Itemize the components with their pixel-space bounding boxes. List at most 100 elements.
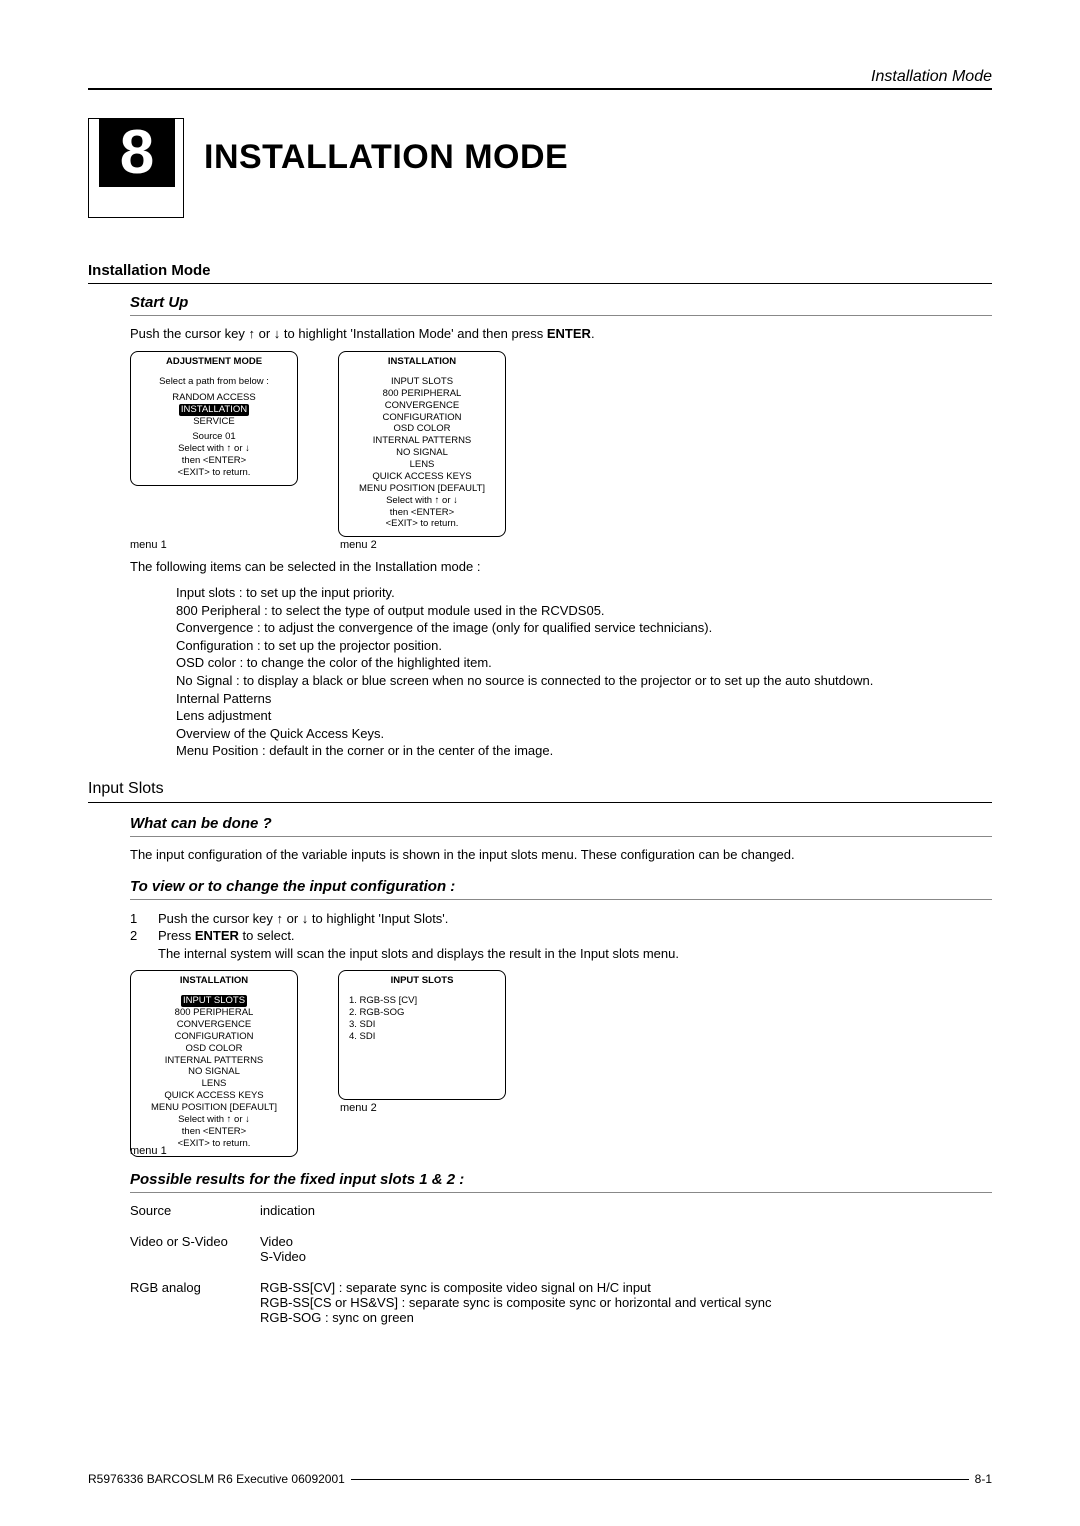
step-text: Press ENTER to select. bbox=[158, 927, 295, 945]
menu-title: INSTALLATION bbox=[343, 356, 501, 368]
section-rule bbox=[88, 802, 992, 803]
menu-caption-2: menu 2 bbox=[340, 1102, 506, 1114]
menu-item: CONFIGURATION bbox=[343, 412, 501, 424]
step-note: The internal system will scan the input … bbox=[158, 945, 992, 963]
text: S-Video bbox=[260, 1249, 992, 1264]
menu-item: CONVERGENCE bbox=[343, 400, 501, 412]
sub-rule bbox=[130, 315, 992, 316]
chapter-number-box: 8 bbox=[88, 118, 184, 218]
section-installation-mode: Installation Mode bbox=[88, 262, 992, 279]
desc-line: Convergence : to adjust the convergence … bbox=[176, 619, 992, 637]
chapter-number: 8 bbox=[99, 119, 175, 187]
section-input-slots: Input Slots bbox=[88, 780, 992, 798]
menu-item: LENS bbox=[135, 1078, 293, 1090]
text: to highlight 'Input Slots'. bbox=[308, 911, 448, 926]
text: RGB-SS[CV] : separate sync is composite … bbox=[260, 1280, 992, 1295]
menu-hint: then <ENTER> bbox=[343, 507, 501, 519]
menu-item: NO SIGNAL bbox=[343, 447, 501, 459]
subheading-view: To view or to change the input configura… bbox=[130, 878, 992, 895]
menu-item-selected: INPUT SLOTS bbox=[181, 995, 247, 1007]
results-header-source: Source bbox=[130, 1203, 260, 1218]
footer-rule bbox=[351, 1479, 969, 1480]
enter-key: ENTER bbox=[547, 326, 591, 341]
menu-item: LENS bbox=[343, 459, 501, 471]
step-number: 2 bbox=[130, 927, 144, 945]
following-text: The following items can be selected in t… bbox=[130, 559, 992, 574]
footer-docid: R5976336 BARCOSLM R6 Executive 06092001 bbox=[88, 1472, 345, 1486]
text: RGB-SOG : sync on green bbox=[260, 1310, 992, 1325]
results-indication: Video S-Video bbox=[260, 1234, 992, 1264]
menu-hint: Select with ↑ or ↓ bbox=[343, 495, 501, 507]
enter-key: ENTER bbox=[195, 928, 239, 943]
menu-hint: Select with ↑ or ↓ bbox=[135, 1114, 293, 1126]
chapter-header: 8 INSTALLATION MODE bbox=[88, 118, 992, 218]
slot-item: 2. RGB-SOG bbox=[343, 1007, 501, 1019]
sub-rule bbox=[130, 836, 992, 837]
menu-title: INSTALLATION bbox=[135, 975, 293, 987]
text: or bbox=[255, 326, 274, 341]
menu-title: INPUT SLOTS bbox=[343, 975, 501, 987]
desc-line: Configuration : to set up the projector … bbox=[176, 637, 992, 655]
osd-installation-menu-2: INSTALLATION INPUT SLOTS 800 PERIPHERAL … bbox=[130, 970, 298, 1156]
footer-page-number: 8-1 bbox=[975, 1472, 992, 1486]
desc-line: 800 Peripheral : to select the type of o… bbox=[176, 602, 992, 620]
menu-item: MENU POSITION [DEFAULT] bbox=[135, 1102, 293, 1114]
menu-hint: <EXIT> to return. bbox=[135, 467, 293, 479]
slot-item: 4. SDI bbox=[343, 1031, 501, 1043]
menu-item: SERVICE bbox=[135, 416, 293, 428]
text: RGB-SS[CS or HS&VS] : separate sync is c… bbox=[260, 1295, 992, 1310]
menu-hint: <EXIT> to return. bbox=[343, 518, 501, 530]
menu-title: ADJUSTMENT MODE bbox=[135, 356, 293, 368]
slot-item: 1. RGB-SS [CV] bbox=[343, 995, 501, 1007]
menu-item: CONVERGENCE bbox=[135, 1019, 293, 1031]
menu-hint: then <ENTER> bbox=[135, 455, 293, 467]
text: Push the cursor key bbox=[158, 911, 277, 926]
subheading-startup: Start Up bbox=[130, 294, 992, 311]
menu-hint: Select with ↑ or ↓ bbox=[135, 443, 293, 455]
desc-line: OSD color : to change the color of the h… bbox=[176, 654, 992, 672]
menu-item: OSD COLOR bbox=[343, 423, 501, 435]
osd-adjustment-mode-menu: ADJUSTMENT MODE Select a path from below… bbox=[130, 351, 298, 486]
osd-installation-menu: INSTALLATION INPUT SLOTS 800 PERIPHERAL … bbox=[338, 351, 506, 537]
results-indication: RGB-SS[CV] : separate sync is composite … bbox=[260, 1280, 992, 1325]
step-number: 1 bbox=[130, 910, 144, 928]
menu-item: CONFIGURATION bbox=[135, 1031, 293, 1043]
menu-item: QUICK ACCESS KEYS bbox=[135, 1090, 293, 1102]
desc-line: Menu Position : default in the corner or… bbox=[176, 742, 992, 760]
steps-list: 1 Push the cursor key ↑ or ↓ to highligh… bbox=[130, 910, 992, 963]
menu-item: 800 PERIPHERAL bbox=[135, 1007, 293, 1019]
section-rule bbox=[88, 283, 992, 284]
results-header-indication: indication bbox=[260, 1203, 992, 1218]
menu-prompt: Select a path from below : bbox=[135, 376, 293, 388]
startup-instruction: Push the cursor key ↑ or ↓ to highlight … bbox=[130, 326, 992, 341]
sub-rule bbox=[130, 899, 992, 900]
menu-caption-2: menu 2 bbox=[340, 539, 506, 551]
menu-item: NO SIGNAL bbox=[135, 1066, 293, 1078]
menu-item: RANDOM ACCESS bbox=[135, 392, 293, 404]
menu-item: QUICK ACCESS KEYS bbox=[343, 471, 501, 483]
menu-item: 800 PERIPHERAL bbox=[343, 388, 501, 400]
chapter-title: INSTALLATION MODE bbox=[204, 138, 568, 177]
page-header-title: Installation Mode bbox=[88, 68, 992, 86]
menu-hint: then <ENTER> bbox=[135, 1126, 293, 1138]
desc-line: Lens adjustment bbox=[176, 707, 992, 725]
slot-item: 3. SDI bbox=[343, 1019, 501, 1031]
subheading-results: Possible results for the fixed input slo… bbox=[130, 1171, 992, 1188]
results-source: RGB analog bbox=[130, 1280, 260, 1325]
text: . bbox=[591, 326, 595, 341]
text: Press bbox=[158, 928, 195, 943]
menu-source: Source 01 bbox=[135, 431, 293, 443]
menu-item: INTERNAL PATTERNS bbox=[135, 1055, 293, 1067]
subheading-what: What can be done ? bbox=[130, 815, 992, 832]
desc-line: Overview of the Quick Access Keys. bbox=[176, 725, 992, 743]
what-text: The input configuration of the variable … bbox=[130, 847, 992, 862]
text: Push the cursor key bbox=[130, 326, 249, 341]
desc-line: No Signal : to display a black or blue s… bbox=[176, 672, 992, 690]
menu-item: INPUT SLOTS bbox=[343, 376, 501, 388]
osd-input-slots-menu: INPUT SLOTS 1. RGB-SS [CV] 2. RGB-SOG 3.… bbox=[338, 970, 506, 1100]
results-source: Video or S-Video bbox=[130, 1234, 260, 1264]
menu-item: MENU POSITION [DEFAULT] bbox=[343, 483, 501, 495]
text: or bbox=[283, 911, 302, 926]
header-rule bbox=[88, 88, 992, 90]
step-text: Push the cursor key ↑ or ↓ to highlight … bbox=[158, 910, 448, 928]
